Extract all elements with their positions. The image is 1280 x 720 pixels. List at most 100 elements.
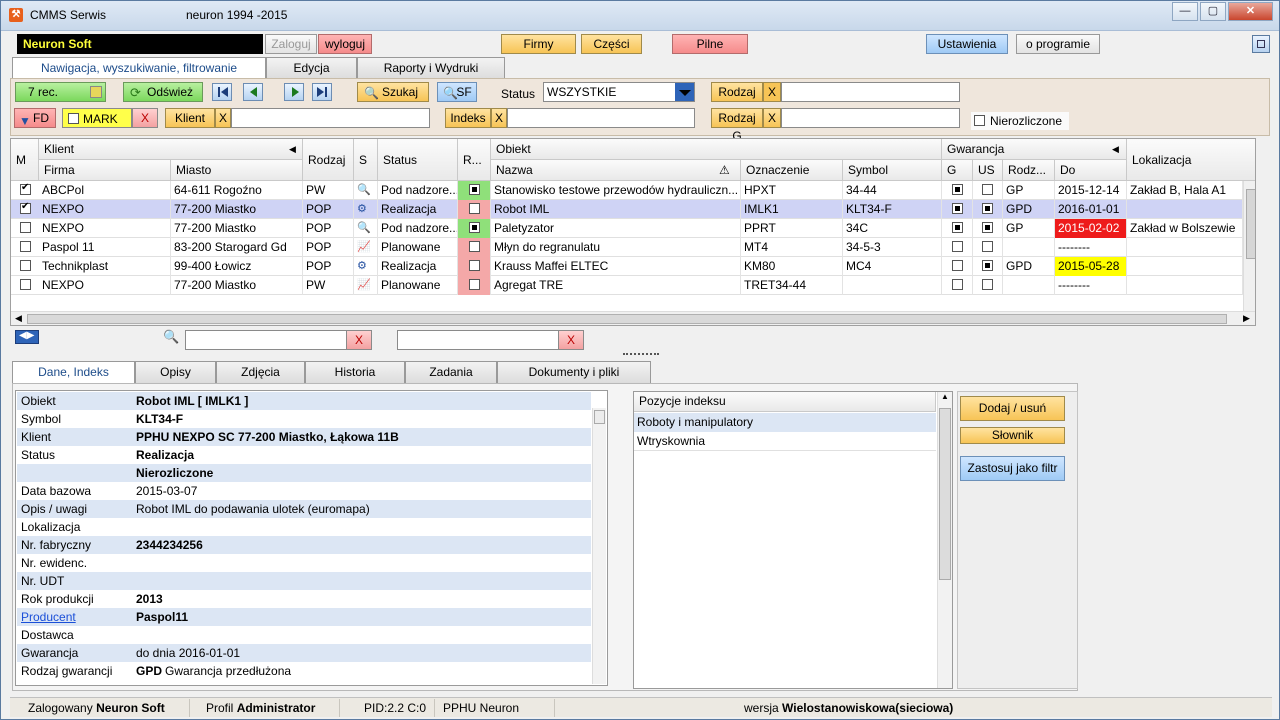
- close-button[interactable]: ✕: [1228, 2, 1273, 21]
- tab-reports[interactable]: Raporty i Wydruki: [357, 57, 505, 79]
- refresh-button[interactable]: ⟳ Odśwież: [123, 82, 203, 102]
- details-key[interactable]: Producent: [21, 608, 76, 626]
- urgent-button[interactable]: Pilne: [672, 34, 748, 54]
- row-g-checkbox[interactable]: [952, 279, 963, 290]
- row-g-checkbox[interactable]: [952, 222, 963, 233]
- table-row[interactable]: NEXPO 77-200 Miastko PW 📈 Planowane Agregat T…: [11, 276, 1255, 295]
- row-g-checkbox[interactable]: [952, 203, 963, 214]
- tab-navigation[interactable]: Nawigacja, wyszukiwanie, filtrowanie: [12, 57, 266, 80]
- dropdown-button[interactable]: [675, 83, 694, 101]
- col-r[interactable]: R...: [458, 139, 491, 181]
- restore-layout-icon[interactable]: [1252, 35, 1270, 53]
- rodzaj-clear-button[interactable]: X: [763, 82, 781, 102]
- rodzaj-filter-label[interactable]: Rodzaj: [711, 82, 763, 102]
- row-r-checkbox[interactable]: [469, 203, 480, 214]
- status-select[interactable]: WSZYSTKIE: [543, 82, 695, 102]
- index-item-wtryskownia[interactable]: Wtryskownia: [634, 432, 936, 451]
- tab-dokumenty[interactable]: Dokumenty i pliki: [497, 361, 651, 383]
- group-gwarancja[interactable]: Gwarancja ◀: [942, 139, 1127, 160]
- nierozliczone-checkbox[interactable]: [974, 115, 985, 126]
- index-item-roboty[interactable]: Roboty i manipulatory: [634, 413, 936, 432]
- rodzaj-input[interactable]: [781, 82, 960, 102]
- col-s[interactable]: S: [354, 139, 378, 181]
- row-mark-checkbox[interactable]: [20, 182, 31, 195]
- col-status[interactable]: Status: [378, 139, 458, 181]
- add-remove-button[interactable]: Dodaj / usuń: [960, 396, 1065, 421]
- index-scrollbar[interactable]: ▲: [937, 392, 952, 688]
- row-us-checkbox[interactable]: [982, 279, 993, 290]
- parts-button[interactable]: Części: [581, 34, 642, 54]
- table-row[interactable]: NEXPO 77-200 Miastko POP 🔍 Pod nadzore... Pal…: [11, 219, 1255, 238]
- login-button[interactable]: Zaloguj: [265, 34, 317, 54]
- col-rodzaj[interactable]: Rodzaj: [303, 139, 354, 181]
- firms-button[interactable]: Firmy: [501, 34, 576, 54]
- col-miasto[interactable]: Miasto: [171, 160, 303, 181]
- row-g-checkbox[interactable]: [952, 184, 963, 195]
- table-row[interactable]: NEXPO77-200 MiastkoPOP⚙Realizacja Robot I…: [11, 200, 1255, 219]
- resize-columns-button[interactable]: ◀▶: [15, 330, 39, 344]
- minimize-button[interactable]: —: [1172, 2, 1198, 21]
- fd-button[interactable]: ▼ FD: [14, 108, 56, 128]
- rodzaj-g-filter-label[interactable]: Rodzaj G: [711, 108, 763, 143]
- h-scroll-thumb[interactable]: [27, 314, 1227, 324]
- row-us-checkbox[interactable]: [982, 241, 993, 252]
- indeks-clear-button[interactable]: X: [491, 108, 507, 128]
- tab-zdjecia[interactable]: Zdjęcia: [216, 361, 305, 383]
- index-scroll-up-icon[interactable]: ▲: [941, 392, 949, 401]
- horizontal-scrollbar[interactable]: ◀ ▶: [11, 311, 1255, 325]
- scroll-left-icon[interactable]: ◀: [15, 313, 22, 324]
- first-record-button[interactable]: [212, 83, 232, 101]
- about-button[interactable]: o programie: [1016, 34, 1100, 54]
- mark-clear-button[interactable]: X: [132, 108, 158, 128]
- maximize-button[interactable]: ▢: [1200, 2, 1226, 21]
- collapse-klient-icon[interactable]: ◀: [289, 139, 296, 159]
- last-record-button[interactable]: [312, 83, 332, 101]
- quick-search-input-2[interactable]: [397, 330, 559, 350]
- table-row[interactable]: ABCPol64-611 RogoźnoPW🔍Pod nadzore... Sta…: [11, 181, 1255, 200]
- tab-zadania[interactable]: Zadania: [405, 361, 497, 383]
- klient-clear-button[interactable]: X: [215, 108, 231, 128]
- table-row[interactable]: Technikplast 99-400 Łowicz POP ⚙ Realizacja K…: [11, 257, 1255, 276]
- row-us-checkbox[interactable]: [982, 184, 993, 195]
- group-klient[interactable]: Klient ◀: [39, 139, 303, 160]
- settings-button[interactable]: Ustawienia: [926, 34, 1008, 54]
- indeks-filter-label[interactable]: Indeks: [445, 108, 491, 128]
- col-oznaczenie[interactable]: Oznaczenie: [741, 160, 843, 181]
- col-symbol[interactable]: Symbol: [843, 160, 942, 181]
- row-mark-checkbox[interactable]: [20, 201, 31, 214]
- col-nazwa[interactable]: Nazwa ⚠: [491, 160, 741, 181]
- col-firma[interactable]: Firma: [39, 160, 171, 181]
- tab-historia[interactable]: Historia: [305, 361, 405, 383]
- row-g-checkbox[interactable]: [952, 241, 963, 252]
- row-r-checkbox[interactable]: [469, 260, 480, 271]
- row-g-checkbox[interactable]: [952, 260, 963, 271]
- index-scroll-thumb[interactable]: [939, 408, 951, 580]
- details-scrollbar[interactable]: [592, 408, 606, 684]
- row-r-checkbox[interactable]: [469, 184, 480, 195]
- row-r-checkbox[interactable]: [469, 241, 480, 252]
- col-m[interactable]: M: [11, 139, 39, 181]
- row-mark-checkbox[interactable]: [20, 260, 31, 271]
- row-mark-checkbox[interactable]: [20, 222, 31, 233]
- col-do[interactable]: Do: [1055, 160, 1127, 181]
- row-r-checkbox[interactable]: [469, 222, 480, 233]
- details-scroll-thumb[interactable]: [594, 410, 605, 424]
- sf-button[interactable]: 🔍 SF: [437, 82, 477, 102]
- nierozliczone-filter[interactable]: Nierozliczone: [971, 112, 1069, 130]
- apply-filter-button[interactable]: Zastosuj jako filtr: [960, 456, 1065, 481]
- scroll-thumb[interactable]: [1246, 189, 1255, 259]
- rodzaj-g-clear-button[interactable]: X: [763, 108, 781, 128]
- next-record-button[interactable]: [284, 83, 304, 101]
- collapse-gwarancja-icon[interactable]: ◀: [1112, 139, 1119, 159]
- logout-button[interactable]: wyloguj: [318, 34, 372, 54]
- vertical-scrollbar[interactable]: [1243, 181, 1255, 311]
- row-us-checkbox[interactable]: [982, 260, 993, 271]
- rodzaj-g-input[interactable]: [781, 108, 960, 128]
- tab-opisy[interactable]: Opisy: [135, 361, 216, 383]
- dictionary-button[interactable]: Słownik: [960, 427, 1065, 444]
- scroll-right-icon[interactable]: ▶: [1243, 313, 1250, 324]
- mark-checkbox[interactable]: [68, 113, 79, 124]
- row-us-checkbox[interactable]: [982, 222, 993, 233]
- indeks-input[interactable]: [507, 108, 695, 128]
- quick-search-clear-1[interactable]: X: [346, 330, 372, 350]
